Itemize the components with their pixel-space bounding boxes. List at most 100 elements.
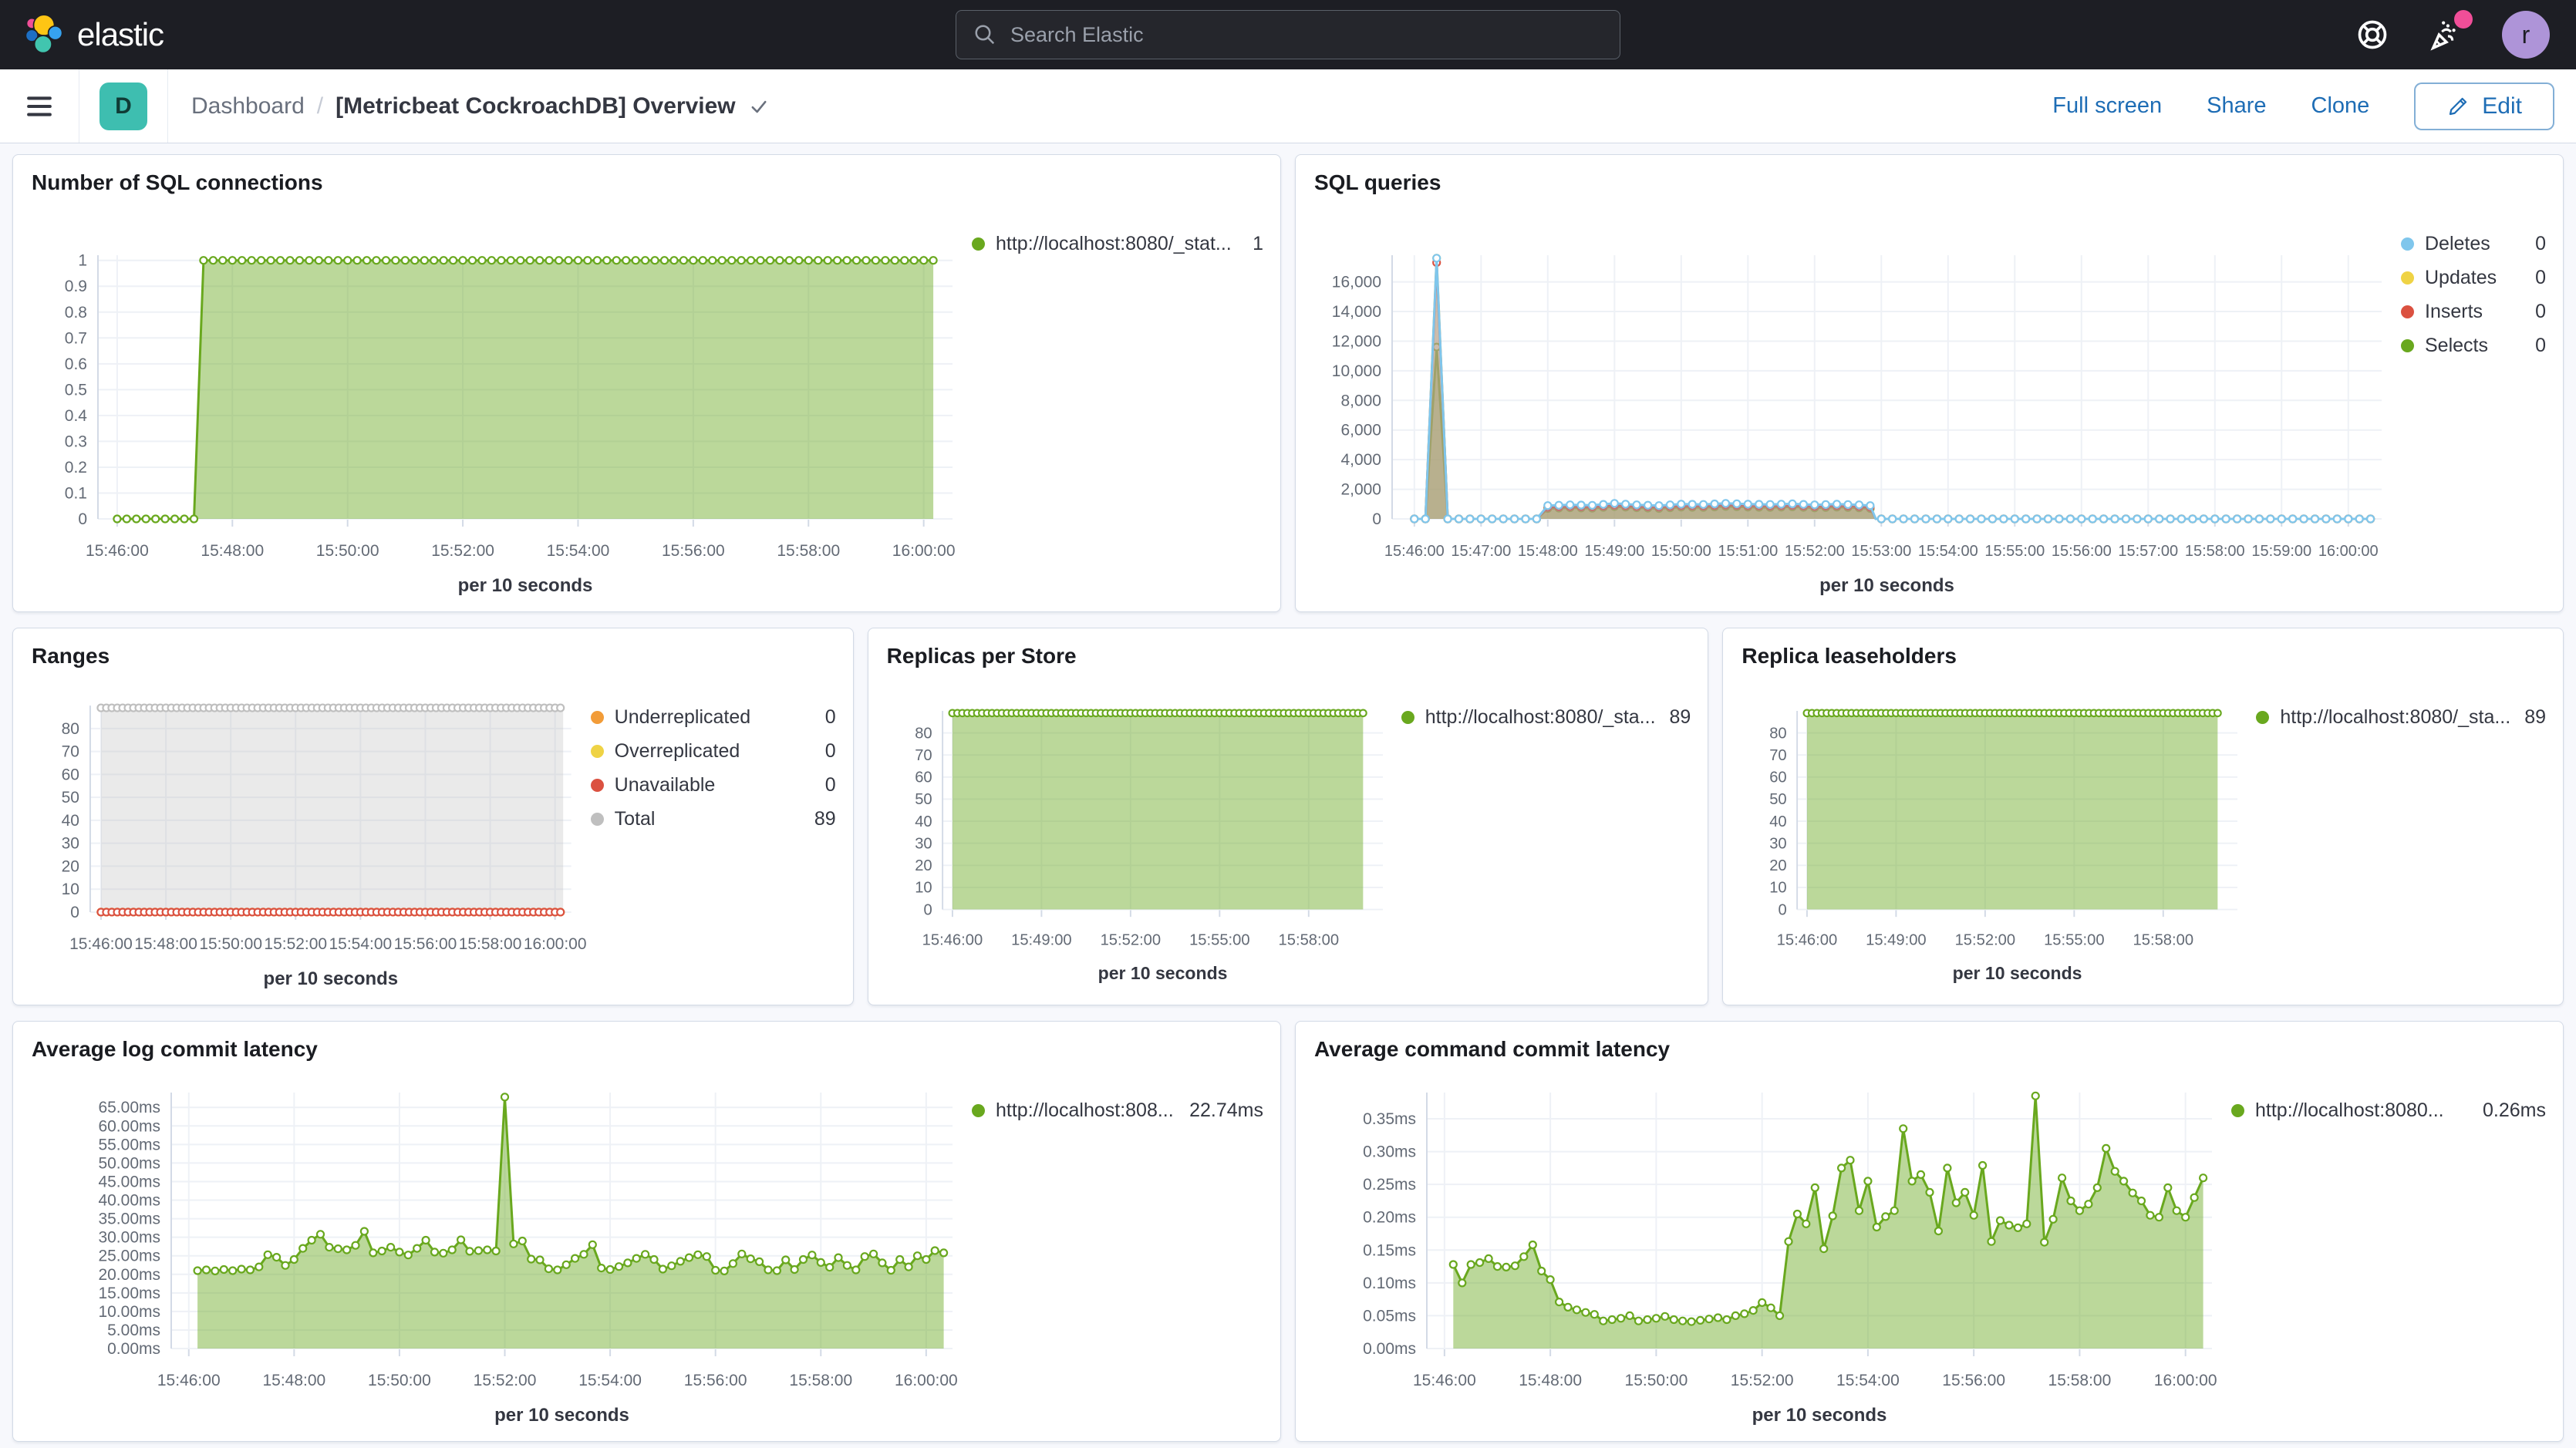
- chart-legend: http://localhost:8080/_sta...89: [1401, 682, 1708, 1005]
- svg-text:15.00ms: 15.00ms: [98, 1285, 160, 1302]
- svg-text:15:48:00: 15:48:00: [262, 1372, 325, 1389]
- dashboard-badge[interactable]: D: [99, 83, 147, 130]
- svg-text:0.7: 0.7: [65, 329, 87, 347]
- svg-text:0.15ms: 0.15ms: [1363, 1241, 1416, 1259]
- svg-text:0.10ms: 0.10ms: [1363, 1275, 1416, 1292]
- legend-item[interactable]: Underreplicated0: [591, 705, 836, 729]
- chart-avg-command-commit-latency[interactable]: 0.35ms0.30ms0.25ms0.20ms0.15ms0.10ms0.05…: [1296, 1076, 2231, 1441]
- dashboard-row-3: Average log commit latency 65.00ms60.00m…: [12, 1021, 2564, 1442]
- legend-item[interactable]: Total89: [591, 807, 836, 830]
- menu-button[interactable]: [0, 69, 79, 143]
- legend-item[interactable]: Updates0: [2401, 266, 2546, 289]
- svg-text:16:00:00: 16:00:00: [895, 1372, 958, 1389]
- hamburger-icon: [25, 94, 54, 119]
- whats-new-button[interactable]: [2428, 16, 2465, 53]
- svg-text:15:46:00: 15:46:00: [86, 542, 149, 560]
- legend-value: 0: [2521, 266, 2546, 289]
- svg-text:15:58:00: 15:58:00: [1278, 932, 1339, 949]
- svg-text:10: 10: [62, 881, 79, 898]
- svg-text:20.00ms: 20.00ms: [98, 1266, 160, 1284]
- svg-text:per 10 seconds: per 10 seconds: [458, 575, 593, 596]
- svg-text:15:52:00: 15:52:00: [431, 542, 494, 560]
- svg-text:55.00ms: 55.00ms: [98, 1136, 160, 1153]
- panel-title: Replica leaseholders: [1723, 628, 2563, 682]
- legend-series-dot-icon: [591, 745, 604, 758]
- svg-text:70: 70: [915, 747, 932, 764]
- svg-text:0.3: 0.3: [65, 433, 87, 450]
- edit-button[interactable]: Edit: [2414, 83, 2554, 130]
- svg-text:15:49:00: 15:49:00: [1866, 932, 1927, 949]
- chart-ranges[interactable]: 8070605040302010015:46:0015:48:0015:50:0…: [13, 682, 591, 1005]
- svg-text:16:00:00: 16:00:00: [2318, 543, 2379, 560]
- user-avatar[interactable]: r: [2502, 11, 2550, 59]
- legend-value: 89: [2510, 705, 2546, 729]
- svg-text:0.20ms: 0.20ms: [1363, 1209, 1416, 1227]
- chart-replica-leaseholders[interactable]: 8070605040302010015:46:0015:49:0015:52:0…: [1723, 682, 2256, 1005]
- svg-text:0.8: 0.8: [65, 304, 87, 322]
- legend-item[interactable]: http://localhost:8080...0.26ms: [2231, 1099, 2546, 1122]
- brand-text: elastic: [77, 16, 164, 53]
- panel-title: Replicas per Store: [868, 628, 1708, 682]
- elastic-brand[interactable]: elastic: [23, 14, 164, 56]
- legend-item[interactable]: http://localhost:808...22.74ms: [972, 1099, 1263, 1122]
- legend-item[interactable]: Overreplicated0: [591, 739, 836, 763]
- svg-text:15:58:00: 15:58:00: [459, 935, 522, 953]
- svg-text:40: 40: [62, 812, 79, 830]
- svg-text:80: 80: [1770, 725, 1787, 742]
- legend-value: 0: [811, 705, 836, 729]
- svg-text:0.35ms: 0.35ms: [1363, 1110, 1416, 1128]
- legend-value: 0: [2521, 232, 2546, 255]
- breadcrumb: Dashboard / [Metricbeat CockroachDB] Ove…: [191, 93, 770, 120]
- legend-label: http://localhost:8080/_stat...: [996, 232, 1232, 255]
- chart-number-of-sql-connections[interactable]: 10.90.80.70.60.50.40.30.20.1015:46:0015:…: [13, 209, 972, 611]
- svg-text:per 10 seconds: per 10 seconds: [1097, 963, 1227, 983]
- svg-text:30: 30: [1770, 835, 1787, 852]
- panel-title: SQL queries: [1296, 155, 2563, 209]
- legend-series-dot-icon: [1401, 711, 1414, 724]
- svg-text:0.30ms: 0.30ms: [1363, 1143, 1416, 1161]
- share-button[interactable]: Share: [2207, 93, 2266, 119]
- svg-text:15:54:00: 15:54:00: [1918, 543, 1978, 560]
- panel-title: Ranges: [13, 628, 853, 682]
- legend-item[interactable]: http://localhost:8080/_sta...89: [1401, 705, 1691, 729]
- svg-text:0.4: 0.4: [65, 407, 88, 425]
- svg-text:0.25ms: 0.25ms: [1363, 1176, 1416, 1194]
- legend-item[interactable]: Selects0: [2401, 334, 2546, 357]
- svg-text:50: 50: [915, 791, 932, 808]
- help-button[interactable]: [2354, 16, 2391, 53]
- svg-text:2,000: 2,000: [1340, 481, 1381, 499]
- clone-button[interactable]: Clone: [2311, 93, 2370, 119]
- legend-item[interactable]: http://localhost:8080/_sta...89: [2256, 705, 2546, 729]
- chart-sql-queries[interactable]: 16,00014,00012,00010,0008,0006,0004,0002…: [1296, 209, 2401, 611]
- svg-text:15:58:00: 15:58:00: [2048, 1372, 2112, 1389]
- svg-text:80: 80: [62, 720, 79, 738]
- legend-value: 0: [811, 773, 836, 796]
- search-input[interactable]: Search Elastic: [956, 10, 1620, 59]
- svg-text:6,000: 6,000: [1340, 422, 1381, 439]
- full-screen-button[interactable]: Full screen: [2052, 93, 2162, 119]
- legend-label: http://localhost:8080/_sta...: [2280, 705, 2510, 729]
- legend-item[interactable]: Inserts0: [2401, 300, 2546, 323]
- dashboard-grid: Number of SQL connections 10.90.80.70.60…: [0, 143, 2576, 1448]
- navbar-right-controls: r: [2354, 11, 2550, 59]
- legend-item[interactable]: Deletes 0: [2401, 232, 2546, 255]
- chart-replicas-per-store[interactable]: 8070605040302010015:46:0015:49:0015:52:0…: [868, 682, 1401, 1005]
- legend-value: 22.74ms: [1175, 1099, 1263, 1122]
- svg-text:35.00ms: 35.00ms: [98, 1211, 160, 1228]
- legend-label: Deletes: [2425, 232, 2490, 255]
- breadcrumb-dashboard-link[interactable]: Dashboard: [191, 93, 305, 120]
- svg-text:15:46:00: 15:46:00: [1384, 543, 1445, 560]
- legend-item[interactable]: Unavailable0: [591, 773, 836, 796]
- legend-value: 0.26ms: [2469, 1099, 2546, 1122]
- svg-text:15:58:00: 15:58:00: [2185, 543, 2245, 560]
- chart-legend: http://localhost:8080...0.26ms: [2231, 1076, 2563, 1441]
- panel-title: Average log commit latency: [13, 1022, 1280, 1076]
- chart-avg-log-commit-latency[interactable]: 65.00ms60.00ms55.00ms50.00ms45.00ms40.00…: [13, 1076, 972, 1441]
- svg-text:65.00ms: 65.00ms: [98, 1099, 160, 1116]
- legend-item[interactable]: http://localhost:8080/_stat...1: [972, 232, 1263, 255]
- check-icon[interactable]: [748, 96, 770, 117]
- svg-text:16:00:00: 16:00:00: [892, 542, 956, 560]
- svg-text:15:50:00: 15:50:00: [199, 935, 262, 953]
- svg-text:0: 0: [78, 510, 87, 528]
- legend-label: Inserts: [2425, 300, 2483, 323]
